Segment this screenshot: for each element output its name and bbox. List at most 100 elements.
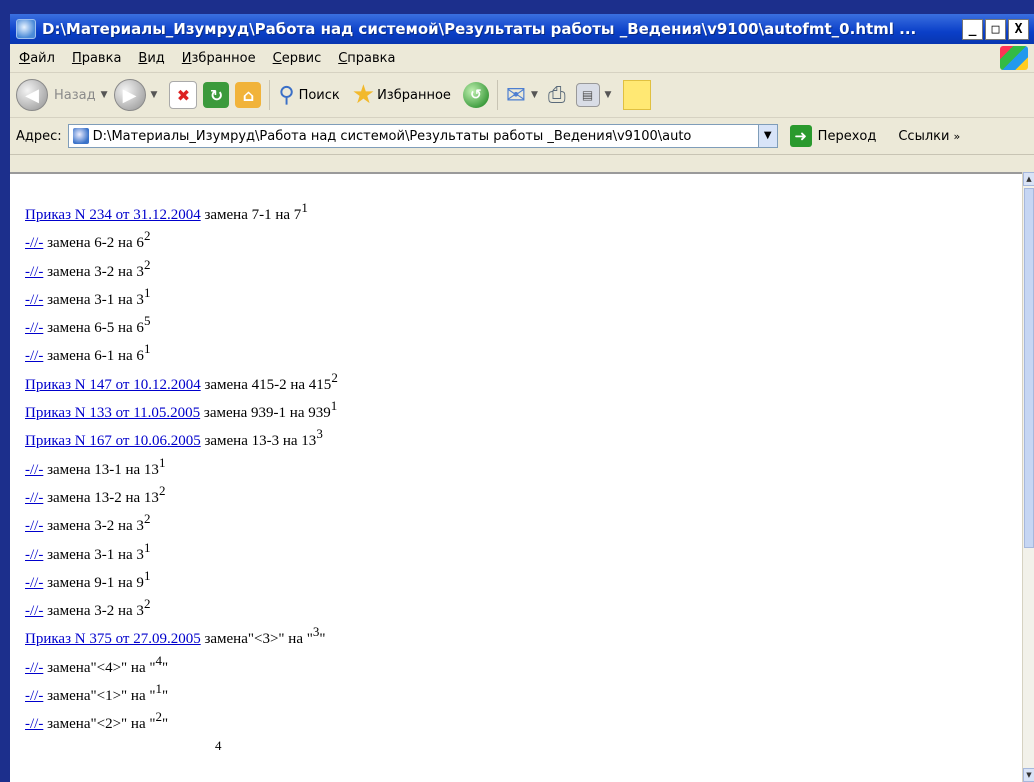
replacement-text: замена 3-2 на 3: [43, 263, 144, 280]
home-button[interactable]: ⌂: [235, 82, 262, 108]
menu-edit[interactable]: Правка: [72, 51, 121, 66]
address-field[interactable]: D:\Материалы_Изумруд\Работа над системой…: [67, 124, 778, 148]
forward-arrow-icon: ▶: [113, 79, 146, 111]
order-link[interactable]: Приказ N 167 от 10.06.2005: [25, 433, 201, 449]
chevron-down-icon[interactable]: ▼: [101, 90, 108, 100]
document-line: Приказ N 234 от 31.12.2004 замена 7-1 на…: [25, 201, 338, 229]
order-link[interactable]: Приказ N 375 от 27.09.2005: [25, 631, 201, 647]
scroll-thumb[interactable]: [1024, 188, 1034, 548]
chevron-right-icon[interactable]: »: [953, 130, 960, 143]
order-link[interactable]: -//-: [25, 688, 43, 704]
windows-logo-icon: [1000, 46, 1028, 70]
menu-tools[interactable]: Сервис: [273, 51, 322, 66]
replacement-text: замена 939-1 на 939: [200, 405, 331, 422]
replacement-text: замена 13-3 на 13: [200, 433, 317, 450]
history-button[interactable]: ↺: [462, 82, 489, 108]
minimize-button[interactable]: _: [962, 19, 983, 40]
replacement-text: замена 3-2 на 3: [43, 603, 144, 620]
order-link[interactable]: -//-: [25, 518, 43, 534]
refresh-icon: ↻: [203, 82, 230, 108]
order-link[interactable]: -//-: [25, 320, 43, 336]
replacement-text: замена 3-2 на 3: [43, 518, 144, 535]
order-link[interactable]: Приказ N 133 от 11.05.2005: [25, 405, 200, 421]
back-button[interactable]: ◀ Назад ▼: [16, 79, 108, 111]
document-line: Приказ N 133 от 11.05.2005 замена 939-1 …: [25, 399, 338, 427]
mail-icon: ✉: [505, 81, 527, 109]
browser-window: D:\Материалы_Изумруд\Работа над системой…: [10, 14, 1034, 782]
scroll-down-icon[interactable]: ▼: [1023, 768, 1034, 782]
order-link[interactable]: -//-: [25, 575, 43, 591]
favorites-button[interactable]: ★ Избранное: [352, 80, 451, 110]
menu-help[interactable]: Справка: [338, 51, 395, 66]
go-button[interactable]: Переход: [818, 129, 877, 144]
closing-quote: ": [161, 688, 169, 705]
order-link[interactable]: -//-: [25, 660, 43, 676]
maximize-button[interactable]: □: [985, 19, 1006, 40]
order-link[interactable]: -//-: [25, 292, 43, 308]
mail-button[interactable]: ✉ ▼: [506, 81, 538, 109]
address-dropdown-icon[interactable]: ▼: [757, 125, 777, 147]
document-line: -//- замена 3-2 на 32: [25, 597, 338, 625]
printer-icon: ⎙: [547, 82, 566, 108]
stop-icon: ✖: [169, 81, 198, 109]
order-link[interactable]: -//-: [25, 603, 43, 619]
chevron-down-icon[interactable]: ▼: [605, 90, 612, 100]
replacement-text: замена"<2>" на ": [43, 716, 156, 733]
superscript-index: 2: [331, 369, 338, 385]
document-line: -//- замена"<4>" на "4": [25, 654, 338, 682]
favorites-label: Избранное: [377, 87, 451, 103]
scroll-up-icon[interactable]: ▲: [1023, 172, 1034, 186]
order-link[interactable]: -//-: [25, 462, 43, 478]
replacement-text: замена 415-2 на 415: [200, 376, 332, 393]
links-button[interactable]: Ссылки: [898, 129, 949, 144]
replacement-text: замена 9-1 на 9: [43, 574, 144, 591]
refresh-button[interactable]: ↻: [203, 82, 230, 108]
title-bar[interactable]: D:\Материалы_Изумруд\Работа над системой…: [10, 14, 1034, 44]
stop-button[interactable]: ✖: [169, 81, 198, 109]
order-link[interactable]: Приказ N 147 от 10.12.2004: [25, 377, 201, 393]
order-link[interactable]: -//-: [25, 264, 43, 280]
vertical-scrollbar[interactable]: ▲ ▼: [1022, 172, 1034, 782]
superscript-index: 1: [301, 200, 308, 215]
document-line: 4: [25, 739, 338, 767]
edit-button[interactable]: ▤ ▼: [575, 83, 612, 107]
order-link[interactable]: -//-: [25, 235, 43, 251]
replacement-text: замена"<4>" на ": [43, 659, 156, 676]
superscript-index: 4: [215, 737, 222, 753]
close-button[interactable]: X: [1008, 19, 1029, 40]
menu-file[interactable]: Файл: [19, 51, 55, 66]
print-button[interactable]: ⎙: [548, 83, 566, 108]
page-content: Приказ N 234 от 31.12.2004 замена 7-1 на…: [10, 172, 1022, 782]
superscript-index: 1: [143, 284, 151, 300]
menu-view[interactable]: Вид: [138, 51, 164, 66]
toolbar: ◀ Назад ▼ ▶ ▼ ✖ ↻ ⌂ ⚲ Поиск ★ Избранное …: [10, 73, 1034, 118]
forward-button[interactable]: ▶ ▼: [113, 79, 158, 111]
order-link[interactable]: -//-: [25, 547, 43, 563]
document-line: -//- замена"<2>" на "2": [25, 710, 338, 738]
order-link[interactable]: -//-: [25, 348, 43, 364]
order-link[interactable]: -//-: [25, 490, 43, 506]
document-line: -//- замена 6-5 на 65: [25, 314, 338, 342]
go-arrow-icon[interactable]: ➜: [789, 125, 812, 147]
messenger-button[interactable]: [623, 80, 652, 110]
order-link[interactable]: Приказ N 234 от 31.12.2004: [25, 207, 201, 223]
replacement-text: замена 6-2 на 6: [43, 235, 144, 252]
chevron-down-icon[interactable]: ▼: [151, 90, 158, 100]
order-link[interactable]: -//-: [25, 716, 43, 732]
address-value[interactable]: D:\Материалы_Изумруд\Работа над системой…: [93, 129, 753, 144]
superscript-index: 3: [316, 426, 323, 442]
document-line: Приказ N 167 от 10.06.2005 замена 13-3 н…: [25, 427, 338, 455]
superscript-index: 2: [143, 511, 151, 527]
toolbar-separator: [496, 80, 498, 110]
chevron-down-icon[interactable]: ▼: [531, 90, 538, 100]
replacement-text: замена 3-1 на 3: [43, 546, 144, 563]
document-line: -//- замена 13-1 на 131: [25, 456, 338, 484]
address-bar: Адрес: D:\Материалы_Изумруд\Работа над с…: [10, 118, 1034, 155]
back-arrow-icon: ◀: [16, 79, 48, 111]
closing-quote: ": [319, 631, 326, 648]
replacement-text: замена"<1>" на ": [43, 688, 156, 705]
ie-page-icon: [16, 19, 36, 39]
document-line: Приказ N 375 от 27.09.2005 замена"<3>" н…: [25, 625, 338, 653]
menu-favorites[interactable]: Избранное: [182, 51, 256, 66]
search-button[interactable]: ⚲ Поиск: [278, 83, 339, 108]
